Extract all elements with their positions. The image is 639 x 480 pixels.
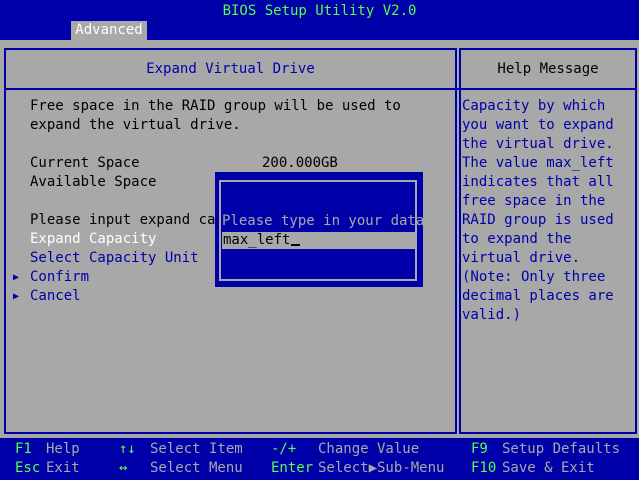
help-line: free space in the bbox=[462, 193, 606, 209]
key-f10: F10 bbox=[471, 460, 497, 476]
help-line: The value max_left bbox=[462, 155, 614, 171]
description-line-1: Free space in the RAID group will be use… bbox=[30, 98, 401, 114]
help-line: decimal places are bbox=[462, 288, 614, 304]
help-panel-title: Help Message bbox=[497, 61, 599, 77]
capacity-input[interactable]: max_left bbox=[222, 232, 415, 249]
key-f9: F9 bbox=[471, 441, 488, 457]
capacity-input-value: max_left bbox=[223, 232, 291, 248]
menu-item-select-capacity-unit[interactable]: Select Capacity Unit bbox=[30, 249, 199, 268]
key-f10-action: Save & Exit bbox=[502, 460, 595, 476]
title-bar: BIOS Setup Utility V2.0 Advanced bbox=[0, 0, 639, 40]
key-minus-plus-action: Change Value bbox=[318, 441, 420, 457]
current-space-value: 200.000GB bbox=[262, 155, 338, 171]
key-left-right-action: Select Menu bbox=[150, 460, 243, 476]
settings-panel-title: Expand Virtual Drive bbox=[146, 61, 315, 77]
help-line: virtual drive. bbox=[462, 250, 581, 266]
key-esc-action: Exit bbox=[46, 460, 80, 476]
key-up-down-action: Select Item bbox=[150, 441, 243, 457]
header-divider bbox=[4, 88, 637, 90]
current-space-label: Current Space bbox=[30, 155, 140, 171]
description-line-2: expand the virtual drive. bbox=[30, 117, 241, 133]
key-enter: Enter bbox=[271, 460, 314, 476]
help-line: Capacity by which bbox=[462, 98, 606, 114]
text-cursor bbox=[291, 244, 301, 246]
key-f1-action: Help bbox=[46, 441, 80, 457]
expand-capacity-prompt: Please input expand cap bbox=[30, 212, 224, 228]
menu-item-confirm[interactable]: Confirm bbox=[30, 268, 89, 287]
available-space-label: Available Space bbox=[30, 174, 157, 190]
help-line: RAID group is used bbox=[462, 212, 614, 228]
key-f1: F1 bbox=[15, 441, 32, 457]
tab-advanced[interactable]: Advanced bbox=[71, 21, 147, 40]
menu-item-expand-capacity[interactable]: Expand Capacity bbox=[30, 230, 156, 249]
key-minus-plus: -/+ bbox=[271, 441, 297, 457]
help-line: you want to expand bbox=[462, 117, 614, 133]
help-line: to expand the bbox=[462, 231, 572, 247]
key-left-right: ↔ bbox=[119, 460, 128, 476]
help-line: (Note: Only three bbox=[462, 269, 606, 285]
key-enter-action: Select▶Sub-Menu bbox=[318, 460, 445, 476]
submenu-arrow-icon: ▶ bbox=[13, 272, 20, 283]
input-dialog: Please type in your data max_left bbox=[215, 172, 425, 287]
key-f9-action: Setup Defaults bbox=[502, 441, 621, 457]
key-esc: Esc bbox=[15, 460, 41, 476]
help-line: valid.) bbox=[462, 307, 522, 323]
help-line: the virtual drive. bbox=[462, 136, 614, 152]
help-line: indicates that all bbox=[462, 174, 614, 190]
key-up-down: ↑↓ bbox=[119, 441, 136, 457]
menu-item-cancel[interactable]: Cancel bbox=[30, 287, 81, 306]
submenu-arrow-icon: ▶ bbox=[13, 291, 20, 302]
input-dialog-label: Please type in your data bbox=[222, 213, 425, 229]
app-title: BIOS Setup Utility V2.0 bbox=[222, 3, 417, 19]
help-text: Capacity by which you want to expand the… bbox=[462, 97, 634, 325]
